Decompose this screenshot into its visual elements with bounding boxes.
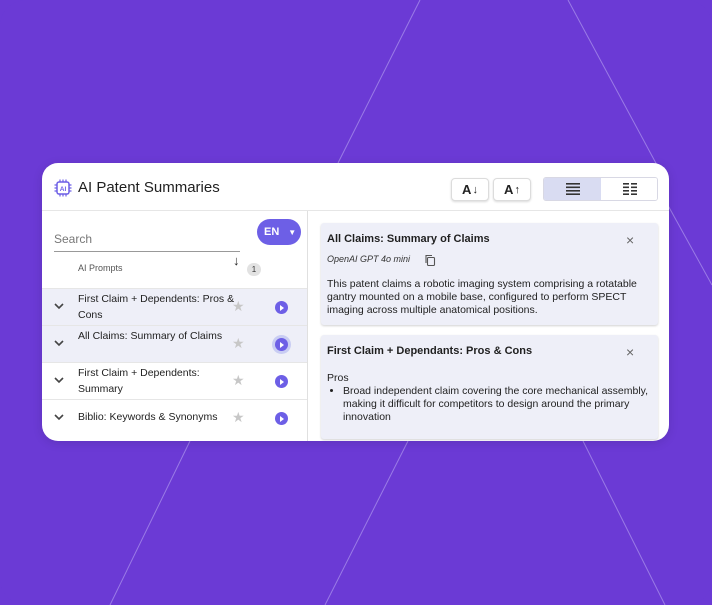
search-input[interactable]	[54, 228, 240, 250]
star-icon[interactable]: ★	[232, 409, 245, 426]
search-field	[54, 228, 240, 252]
copy-icon[interactable]	[424, 254, 436, 266]
arrow-up-icon: ↑	[514, 183, 520, 196]
summary-card: First Claim + Dependants: Pros & Cons × …	[321, 335, 658, 439]
pros-list: Broad independent claim covering the cor…	[343, 385, 652, 424]
column-header-prompts: AI Prompts	[78, 263, 123, 273]
summaries-panel: All Claims: Summary of Claims × OpenAI G…	[308, 211, 669, 441]
prompt-label: Biblio: Keywords & Synonyms	[78, 411, 218, 423]
view-toggle	[543, 177, 658, 201]
columns-icon	[622, 183, 637, 195]
prompts-panel: EN ▼ AI Prompts ↓ 1 First Claim + Depende…	[42, 211, 307, 441]
summary-body: This patent claims a robotic imaging sys…	[327, 278, 637, 316]
summary-card: All Claims: Summary of Claims × OpenAI G…	[321, 223, 658, 325]
model-label: OpenAI GPT 4o mini	[327, 254, 411, 264]
section-heading-pros: Pros	[327, 372, 349, 384]
decrease-font-button[interactable]: A ↓	[451, 178, 489, 201]
summary-body: Pros Broad independent claim covering th…	[327, 372, 652, 424]
ai-chip-icon: AI	[54, 179, 72, 197]
sort-count-badge: 1	[247, 263, 261, 276]
increase-font-label: A	[504, 182, 514, 197]
language-label: EN	[264, 226, 280, 238]
run-icon[interactable]	[275, 338, 288, 351]
app-title: AI Patent Summaries	[78, 179, 220, 196]
chevron-down-icon[interactable]	[52, 336, 66, 350]
align-justify-icon	[565, 183, 580, 195]
increase-font-button[interactable]: A ↑	[493, 178, 531, 201]
app-header: AI AI Patent Summaries A ↓ A ↑	[42, 163, 669, 211]
prompt-row[interactable]: First Claim + Dependents: Pros & Cons ★	[42, 288, 307, 325]
summary-title: First Claim + Dependants: Pros & Cons	[327, 345, 533, 357]
summary-title: All Claims: Summary of Claims	[327, 233, 490, 245]
language-select[interactable]: EN ▼	[257, 219, 301, 245]
prompt-label: First Claim + Dependents: Summary	[78, 367, 200, 395]
star-icon[interactable]: ★	[232, 372, 245, 389]
caret-down-icon: ▼	[288, 227, 297, 237]
prompt-label: First Claim + Dependents: Pros & Cons	[78, 293, 235, 321]
chevron-down-icon[interactable]	[52, 373, 66, 387]
app-window: AI AI Patent Summaries A ↓ A ↑ Search EN…	[42, 163, 669, 441]
sort-arrow-icon[interactable]: ↓	[233, 253, 240, 268]
list-item: Broad independent claim covering the cor…	[343, 385, 652, 424]
prompt-row[interactable]: First Claim + Dependents: Summary ★	[42, 362, 307, 399]
prompt-row[interactable]: Biblio: Keywords & Synonyms ★	[42, 399, 307, 436]
decrease-font-label: A	[462, 182, 472, 197]
prompt-row[interactable]: All Claims: Summary of Claims ★	[42, 325, 307, 362]
single-column-view-button[interactable]	[544, 178, 601, 200]
star-icon[interactable]: ★	[232, 335, 245, 352]
chevron-down-icon[interactable]	[52, 299, 66, 313]
two-column-view-button[interactable]	[601, 178, 657, 200]
prompt-label: All Claims: Summary of Claims	[78, 330, 223, 342]
close-icon[interactable]: ×	[626, 233, 634, 247]
arrow-down-icon: ↓	[472, 183, 478, 196]
chevron-down-icon[interactable]	[52, 410, 66, 424]
run-icon[interactable]	[275, 375, 288, 388]
star-icon[interactable]: ★	[232, 298, 245, 315]
close-icon[interactable]: ×	[626, 345, 634, 359]
svg-text:AI: AI	[60, 186, 67, 193]
run-icon[interactable]	[275, 301, 288, 314]
background: AI AI Patent Summaries A ↓ A ↑ Search EN…	[0, 0, 712, 605]
run-icon[interactable]	[275, 412, 288, 425]
